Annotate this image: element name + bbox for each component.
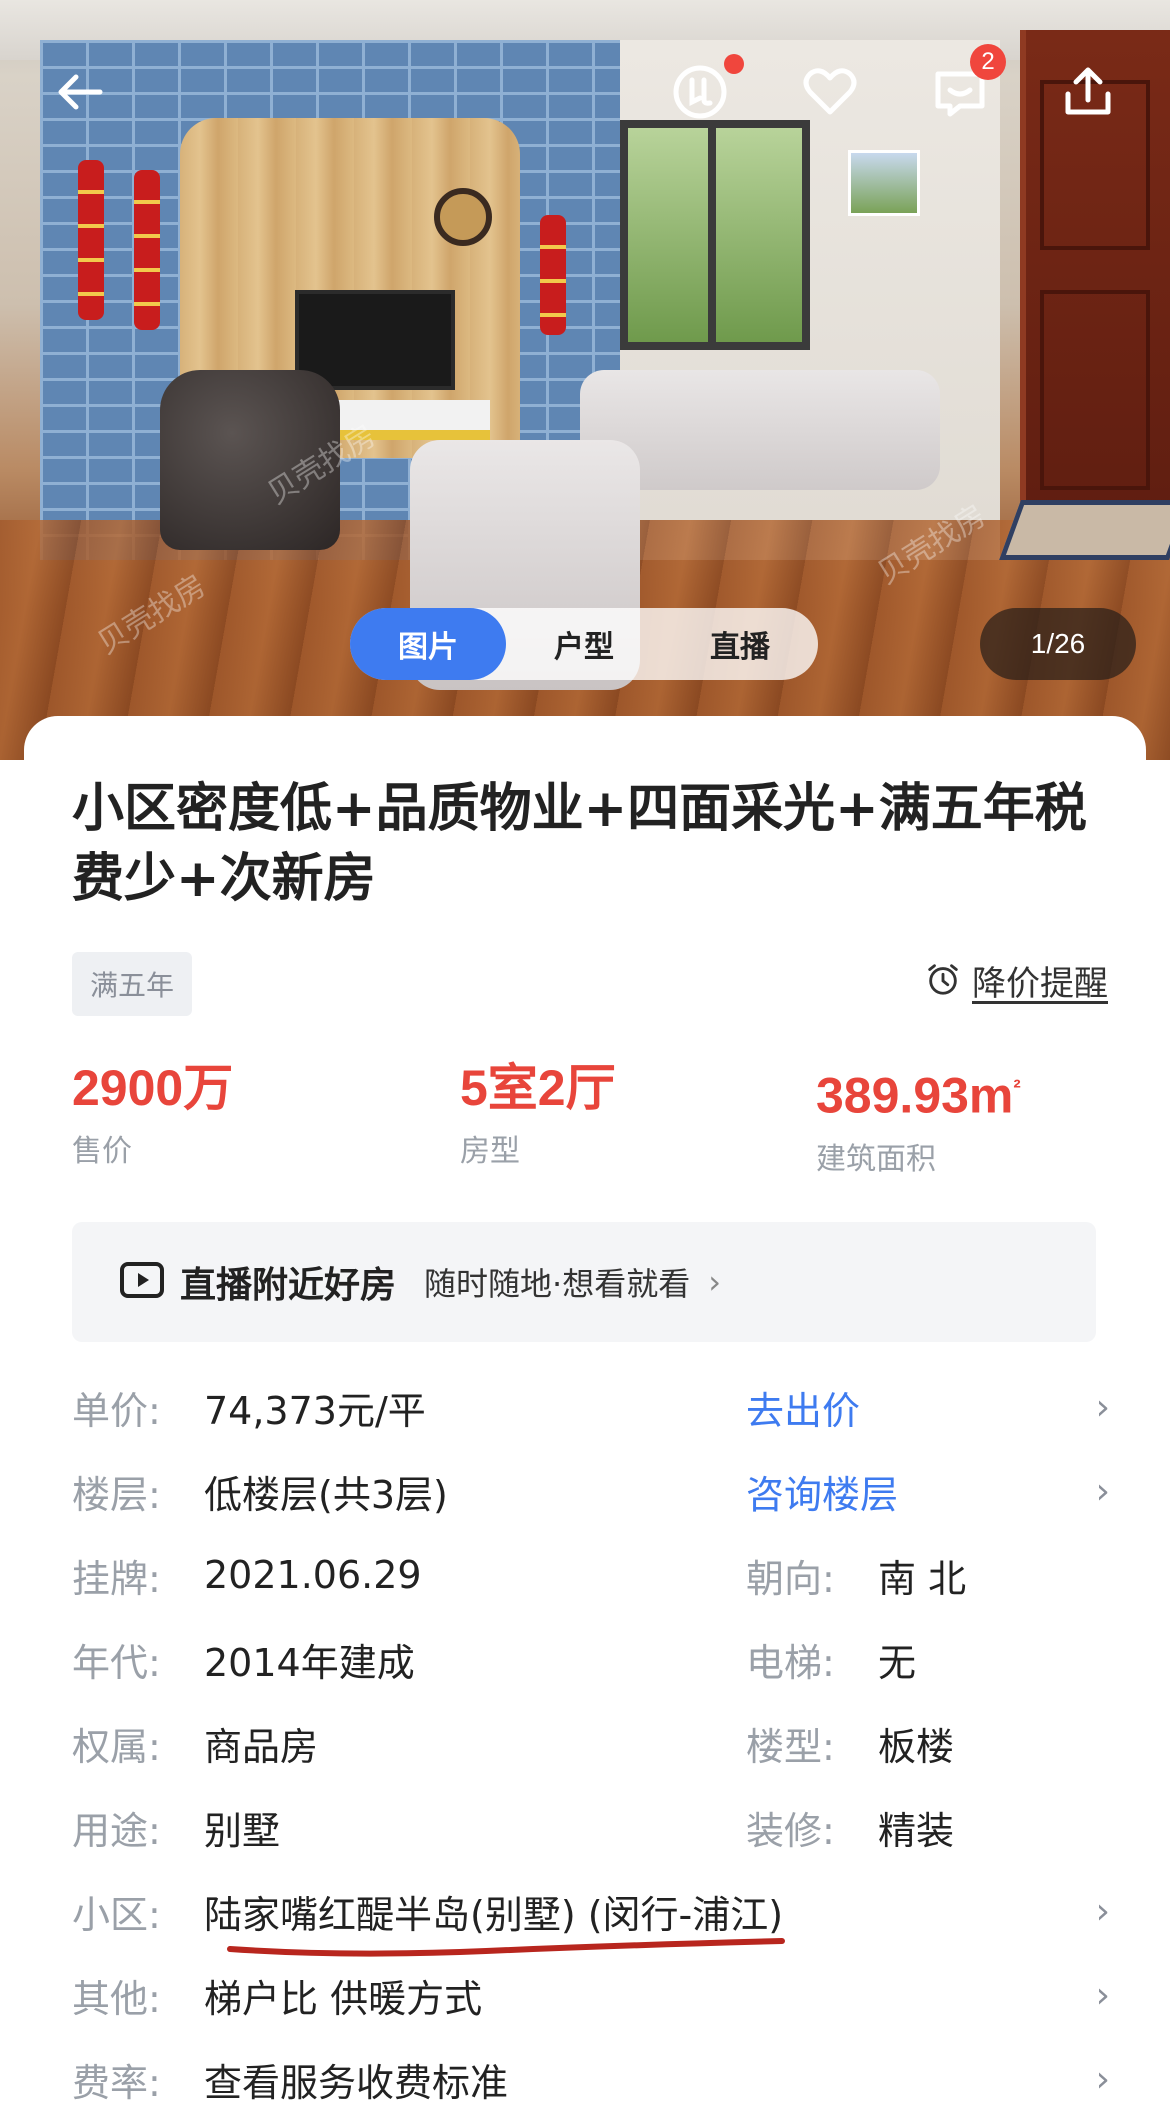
make-offer-label: 去出价 [746, 1388, 861, 1433]
live-banner-subtitle: 随时随地·想看就看 [424, 1265, 691, 1303]
share-button[interactable] [1054, 58, 1122, 126]
stat-price: 2900万 售价 [72, 1056, 233, 1170]
stat-value: 389.93m² [816, 1056, 1021, 1128]
back-arrow-icon [58, 74, 103, 110]
price-alert-label: 降价提醒 [972, 964, 1108, 1004]
detail-row-floor: 楼层: 低楼层(共3层) 咨询楼层 › [72, 1449, 1122, 1533]
stat-label: 建筑面积 [816, 1141, 936, 1177]
red-underline-annotation [227, 1938, 785, 1957]
live-banner-title: 直播附近好房 [180, 1265, 397, 1306]
detail-key: 费率: [72, 2060, 161, 2105]
tab-photos[interactable]: 图片 [350, 608, 506, 680]
detail-row-fee[interactable]: 费率: 查看服务收费标准 › [72, 2037, 1122, 2106]
detail-row-other[interactable]: 其他: 梯户比 供暖方式 › [72, 1953, 1122, 2037]
detail-value: 精装 [878, 1808, 955, 1853]
detail-value: 2021.06.29 [204, 1553, 422, 1597]
detail-key: 其他: [72, 1976, 161, 2021]
stat-label: 售价 [72, 1134, 132, 1169]
photo-window [620, 120, 810, 350]
detail-value: 南 北 [878, 1556, 967, 1601]
make-offer-link[interactable]: 去出价 [746, 1380, 860, 1435]
compare-icon [673, 65, 727, 119]
play-icon [118, 1256, 166, 1308]
media-tabs: 图片 户型 直播 [350, 608, 818, 680]
message-badge: 2 [970, 44, 1006, 80]
detail-key: 年代: [72, 1640, 161, 1685]
consult-floor-link[interactable]: 咨询楼层 [746, 1464, 898, 1519]
back-button[interactable] [46, 58, 114, 126]
live-nearby-banner[interactable]: 直播附近好房 随时随地·想看就看 › [72, 1222, 1096, 1342]
photo-wall-clock [434, 188, 492, 246]
detail-key: 权属: [72, 1724, 161, 1769]
chevron-right-icon[interactable]: › [1096, 1891, 1110, 1932]
detail-building-type: 楼型: 板楼 [746, 1716, 954, 1771]
tab-floorplan[interactable]: 户型 [506, 608, 662, 680]
detail-row-listed: 挂牌: 2021.06.29 朝向: 南 北 [72, 1533, 1122, 1617]
stat-value: 2900万 [72, 1060, 234, 1116]
detail-key: 楼型: [746, 1724, 835, 1769]
detail-value: 别墅 [204, 1808, 281, 1853]
compare-button[interactable] [666, 54, 744, 126]
stat-value: 5室2厅 [460, 1060, 616, 1116]
detail-key: 单价: [72, 1388, 161, 1433]
chevron-right-icon[interactable]: › [1096, 1975, 1110, 2016]
price-alert-button[interactable]: 降价提醒 [924, 956, 1108, 1005]
photo-lantern [134, 170, 160, 330]
detail-key: 用途: [72, 1808, 161, 1853]
chevron-right-icon: › [708, 1263, 721, 1301]
detail-key: 楼层: [72, 1472, 161, 1517]
detail-value: 板楼 [878, 1724, 955, 1769]
detail-value: 2014年建成 [204, 1640, 415, 1685]
message-button[interactable]: 2 [926, 44, 1006, 126]
consult-floor-label: 咨询楼层 [746, 1472, 899, 1517]
detail-value: 梯户比 供暖方式 [204, 1976, 483, 2021]
detail-value: 陆家嘴红醍半岛(别墅) (闵行-浦江) [204, 1892, 784, 1937]
stat-layout: 5室2厅 房型 [460, 1056, 616, 1170]
photo-painting [848, 150, 920, 216]
stat-label: 房型 [460, 1134, 520, 1169]
photo-lantern [540, 215, 566, 335]
stat-area-number: 389.93m [816, 1067, 1014, 1124]
detail-key: 朝向: [746, 1556, 835, 1601]
tab-live[interactable]: 直播 [662, 608, 818, 680]
photo-rug [999, 500, 1170, 560]
chevron-right-icon[interactable]: › [1096, 1471, 1110, 1512]
alarm-clock-icon [924, 960, 962, 1002]
detail-decoration: 装修: 精装 [746, 1800, 954, 1855]
photo-counter: 1/26 [980, 608, 1136, 680]
detail-key: 电梯: [746, 1640, 835, 1685]
stat-area: 389.93m² 建筑面积 [816, 1056, 1021, 1178]
heart-icon [803, 68, 857, 115]
detail-row-ownership: 权属: 商品房 楼型: 板楼 [72, 1701, 1122, 1785]
detail-row-usage: 用途: 别墅 装修: 精装 [72, 1785, 1122, 1869]
chevron-right-icon[interactable]: › [1096, 1387, 1110, 1428]
listing-title: 小区密度低+品质物业+四面采光+满五年税费少+次新房 [72, 779, 1087, 909]
share-icon [1065, 67, 1111, 115]
detail-key: 装修: [746, 1808, 835, 1853]
detail-value: 查看服务收费标准 [204, 2060, 509, 2105]
detail-key: 挂牌: [72, 1556, 161, 1601]
detail-row-unit-price: 单价: 74,373元/平 去出价 › [72, 1365, 1122, 1449]
detail-orientation: 朝向: 南 北 [746, 1548, 966, 1603]
stat-area-unit-sup: ² [1013, 1075, 1021, 1100]
compare-dot [724, 54, 744, 74]
photo-door-panel [1040, 290, 1150, 490]
detail-row-year: 年代: 2014年建成 电梯: 无 [72, 1617, 1122, 1701]
detail-key: 小区: [72, 1892, 161, 1937]
photo-lantern [78, 160, 104, 320]
detail-value: 低楼层(共3层) [204, 1472, 448, 1517]
detail-value: 无 [878, 1640, 917, 1685]
detail-elevator: 电梯: 无 [746, 1632, 916, 1687]
detail-value: 商品房 [204, 1724, 319, 1769]
detail-value: 74,373元/平 [204, 1388, 426, 1433]
chevron-right-icon[interactable]: › [1096, 2059, 1110, 2100]
listing-tag: 满五年 [72, 952, 193, 1016]
favorite-button[interactable] [796, 58, 864, 126]
